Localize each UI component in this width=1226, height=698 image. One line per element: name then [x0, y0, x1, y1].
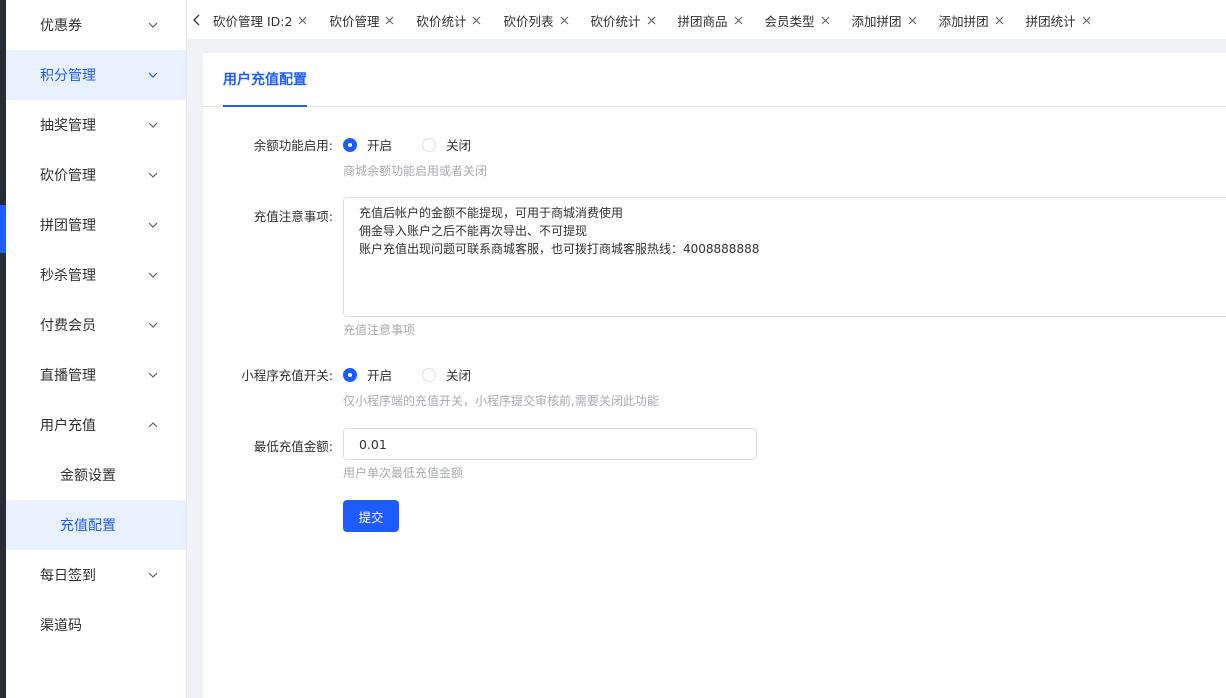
main-content: 用户充值配置 余额功能启用: 开启 关闭 商城余额功能启用或者关闭 充值注意事项… — [203, 53, 1226, 698]
chevron-down-icon — [147, 119, 159, 131]
chevron-down-icon — [147, 269, 159, 281]
chevron-up-icon — [147, 419, 159, 431]
sidebar-item-label: 抽奖管理 — [40, 118, 96, 134]
balance-enable-radio-group: 开启 关闭 — [343, 135, 501, 154]
chevron-down-icon — [147, 69, 159, 81]
sidebar-item-label: 付费会员 — [40, 318, 96, 334]
min-recharge-label: 最低充值金额: — [253, 439, 333, 454]
tab-item[interactable]: 砍价统计 — [416, 0, 481, 39]
sidebar-item-daily-checkin[interactable]: 每日签到 — [6, 550, 186, 600]
tab-item[interactable]: 添加拼团 — [938, 0, 1004, 39]
radio-unchecked-icon — [422, 137, 437, 152]
miniprogram-off-radio[interactable]: 关闭 — [422, 365, 471, 384]
balance-enable-label: 余额功能启用: — [253, 138, 333, 153]
tab-label: 砍价统计 — [416, 13, 467, 29]
sidebar-item-label: 直播管理 — [40, 368, 96, 384]
miniprogram-recharge-radio-group: 开启 关闭 — [343, 365, 501, 384]
tab-item[interactable]: 砍价管理 ID:2 — [213, 0, 307, 39]
close-icon[interactable] — [821, 16, 830, 25]
close-icon[interactable] — [908, 16, 917, 25]
tab-item[interactable]: 砍价列表 — [503, 0, 569, 39]
close-icon[interactable] — [1082, 16, 1091, 25]
tab-label: 砍价列表 — [503, 13, 554, 29]
chevron-down-icon — [147, 219, 159, 231]
sidebar-item-label: 砍价管理 — [40, 168, 96, 184]
tab-item[interactable]: 会员类型 — [764, 0, 830, 39]
tab-item[interactable]: 拼团统计 — [1025, 0, 1091, 39]
close-icon[interactable] — [385, 16, 394, 25]
recharge-notice-help-text: 充值注意事项 — [343, 323, 416, 337]
radio-label: 开启 — [367, 138, 393, 153]
chevron-down-icon — [147, 369, 159, 381]
tab-label: 拼团商品 — [677, 13, 728, 29]
radio-label: 关闭 — [446, 138, 472, 153]
tab-user-recharge-config[interactable]: 用户充值配置 — [223, 53, 307, 107]
sidebar-item-paid-member[interactable]: 付费会员 — [6, 300, 186, 350]
miniprogram-recharge-label: 小程序充值开关: — [241, 368, 333, 383]
content-tab-bar: 用户充值配置 — [203, 53, 1226, 107]
recharge-notice-textarea[interactable] — [343, 197, 1226, 317]
sidebar-item-amount-settings[interactable]: 金额设置 — [6, 450, 186, 500]
sidebar-item-bargain[interactable]: 砍价管理 — [6, 150, 186, 200]
tab-label: 砍价统计 — [590, 13, 641, 29]
sidebar-item-label: 优惠券 — [40, 18, 82, 34]
radio-unchecked-icon — [422, 367, 437, 382]
close-icon[interactable] — [472, 16, 481, 25]
radio-label: 关闭 — [446, 368, 472, 383]
close-icon[interactable] — [298, 16, 307, 25]
chevron-down-icon — [147, 319, 159, 331]
sidebar-item-points[interactable]: 积分管理 — [6, 50, 186, 100]
sidebar-item-user-recharge[interactable]: 用户充值 — [6, 400, 186, 450]
radio-label: 开启 — [367, 368, 393, 383]
close-icon[interactable] — [647, 16, 656, 25]
tab-item[interactable]: 砍价管理 — [329, 0, 394, 39]
miniprogram-on-radio[interactable]: 开启 — [343, 365, 392, 384]
sidebar-item-coupons[interactable]: 优惠券 — [6, 0, 186, 50]
tab-item[interactable]: 添加拼团 — [851, 0, 917, 39]
tab-label: 会员类型 — [764, 13, 815, 29]
tab-label: 添加拼团 — [851, 13, 902, 29]
balance-off-radio[interactable]: 关闭 — [422, 135, 471, 154]
sidebar-item-label: 渠道码 — [40, 618, 82, 634]
tabs-bar: 砍价管理 ID:2 砍价管理 砍价统计 砍价列表 砍价统计 拼团商品 会员类型 … — [187, 0, 1226, 40]
sidebar-item-label: 拼团管理 — [40, 218, 96, 234]
miniprogram-help-text: 仅小程序端的充值开关，小程序提交审核前,需要关闭此功能 — [343, 394, 659, 408]
balance-help-text: 商城余额功能启用或者关闭 — [343, 164, 488, 178]
radio-checked-icon — [343, 367, 357, 382]
sidebar-item-channel-code[interactable]: 渠道码 — [6, 600, 186, 650]
sidebar-item-live[interactable]: 直播管理 — [6, 350, 186, 400]
tab-label: 砍价管理 ID:2 — [213, 13, 293, 29]
tab-label: 砍价管理 — [329, 13, 380, 29]
sidebar-item-label: 用户充值 — [40, 418, 96, 434]
balance-on-radio[interactable]: 开启 — [343, 135, 392, 154]
tab-item[interactable]: 砍价统计 — [590, 0, 656, 39]
close-icon[interactable] — [560, 16, 569, 25]
radio-checked-icon — [343, 137, 357, 152]
sidebar-item-recharge-config[interactable]: 充值配置 — [6, 500, 186, 550]
min-recharge-input[interactable] — [343, 428, 757, 460]
recharge-notice-label: 充值注意事项: — [253, 209, 333, 224]
tab-label: 拼团统计 — [1025, 13, 1076, 29]
sidebar-item-group-buy[interactable]: 拼团管理 — [6, 200, 186, 250]
close-icon[interactable] — [734, 16, 743, 25]
sidebar-item-label: 每日签到 — [40, 568, 96, 584]
sidebar-item-label: 积分管理 — [40, 68, 96, 84]
sidebar-item-label: 充值配置 — [60, 518, 116, 534]
sidebar-item-flash-sale[interactable]: 秒杀管理 — [6, 250, 186, 300]
sidebar-item-label: 金额设置 — [60, 468, 116, 484]
close-icon[interactable] — [995, 16, 1004, 25]
submit-button[interactable]: 提交 — [343, 500, 399, 532]
tab-label: 添加拼团 — [938, 13, 989, 29]
chevron-down-icon — [147, 569, 159, 581]
tab-item[interactable]: 拼团商品 — [677, 0, 743, 39]
tab-list: 砍价管理 ID:2 砍价管理 砍价统计 砍价列表 砍价统计 拼团商品 会员类型 … — [213, 0, 1113, 39]
chevron-left-icon[interactable] — [191, 13, 203, 27]
min-recharge-help-text: 用户单次最低充值金额 — [343, 466, 464, 480]
sidebar-item-lottery[interactable]: 抽奖管理 — [6, 100, 186, 150]
chevron-down-icon — [147, 169, 159, 181]
chevron-down-icon — [147, 19, 159, 31]
sidebar-item-label: 秒杀管理 — [40, 268, 96, 284]
sidebar-menu: 优惠券 积分管理 抽奖管理 砍价管理 拼团管理 秒杀管理 付费会员 直播管理 用… — [6, 0, 187, 698]
